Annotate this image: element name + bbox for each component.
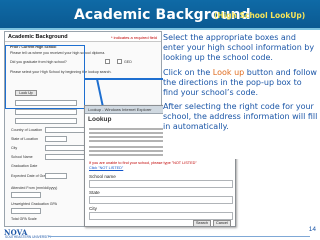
popup-school-name-label: School name <box>89 174 116 179</box>
expected-grad-field[interactable] <box>45 173 67 179</box>
instruction-paragraph-3: After selecting the right code for your … <box>163 102 318 131</box>
gpa-label: Unweighted Graduation GPA <box>11 202 58 206</box>
nova-logo: NOVA SOUTHEASTERN UNIVERSITY <box>4 228 52 240</box>
school-code-field-3[interactable] <box>15 118 77 124</box>
not-listed-link[interactable]: Click "NOT LISTED" <box>89 166 123 170</box>
city-field[interactable] <box>45 145 85 151</box>
not-found-text: If you are unable to find your school, p… <box>89 161 197 165</box>
footer-divider <box>48 236 310 237</box>
expected-grad-label: Expected Date of Grad <box>11 174 48 178</box>
required-note: * indicates a required field <box>110 35 157 40</box>
page-number: 14 <box>308 226 316 233</box>
attended-from-label: Attended From (mm/dd/yyyy) <box>11 186 58 190</box>
attended-from-field[interactable] <box>11 192 41 198</box>
popup-school-name-field[interactable] <box>89 180 233 188</box>
popup-state-field[interactable] <box>89 196 233 204</box>
country-label: Country of Location <box>11 128 43 132</box>
popup-city-label: City <box>89 206 97 211</box>
logo-subtext: SOUTHEASTERN UNIVERSITY <box>5 235 52 239</box>
city-label: City <box>11 146 18 150</box>
ged-checkbox[interactable] <box>117 59 122 64</box>
school-code-field-2[interactable] <box>15 109 77 115</box>
instructions-panel: Select the appropriate boxes and enter y… <box>163 33 318 159</box>
graduated-checkbox[interactable] <box>105 59 110 64</box>
gpa-scale-label: Total GPA Scale <box>11 217 37 221</box>
slide-subtitle: (High School LookUp) <box>214 11 306 20</box>
ged-label: GED <box>124 60 132 64</box>
state-label: State of Location <box>11 137 38 141</box>
slide-header: Academic Background (High School LookUp) <box>0 0 320 30</box>
popup-state-label: State <box>89 190 100 195</box>
popup-cancel-button[interactable]: Cancel <box>213 220 231 226</box>
instruction-paragraph-2: Click on the Look up button and follow t… <box>163 67 317 97</box>
gpa-field[interactable] <box>11 208 41 214</box>
popup-city-field[interactable] <box>89 212 233 220</box>
popup-search-button[interactable]: Search <box>193 220 212 226</box>
look-up-highlight: Look up <box>212 67 245 77</box>
form-heading: Academic Background * indicates a requir… <box>5 32 161 42</box>
instruction-paragraph-1: Select the appropriate boxes and enter y… <box>163 33 315 62</box>
school-name-field[interactable] <box>45 154 85 160</box>
state-select[interactable] <box>45 136 67 142</box>
school-name-label: School Name <box>11 155 33 159</box>
graduation-date-label: Graduation Date <box>11 164 38 168</box>
lookup-callout-box <box>5 45 85 109</box>
